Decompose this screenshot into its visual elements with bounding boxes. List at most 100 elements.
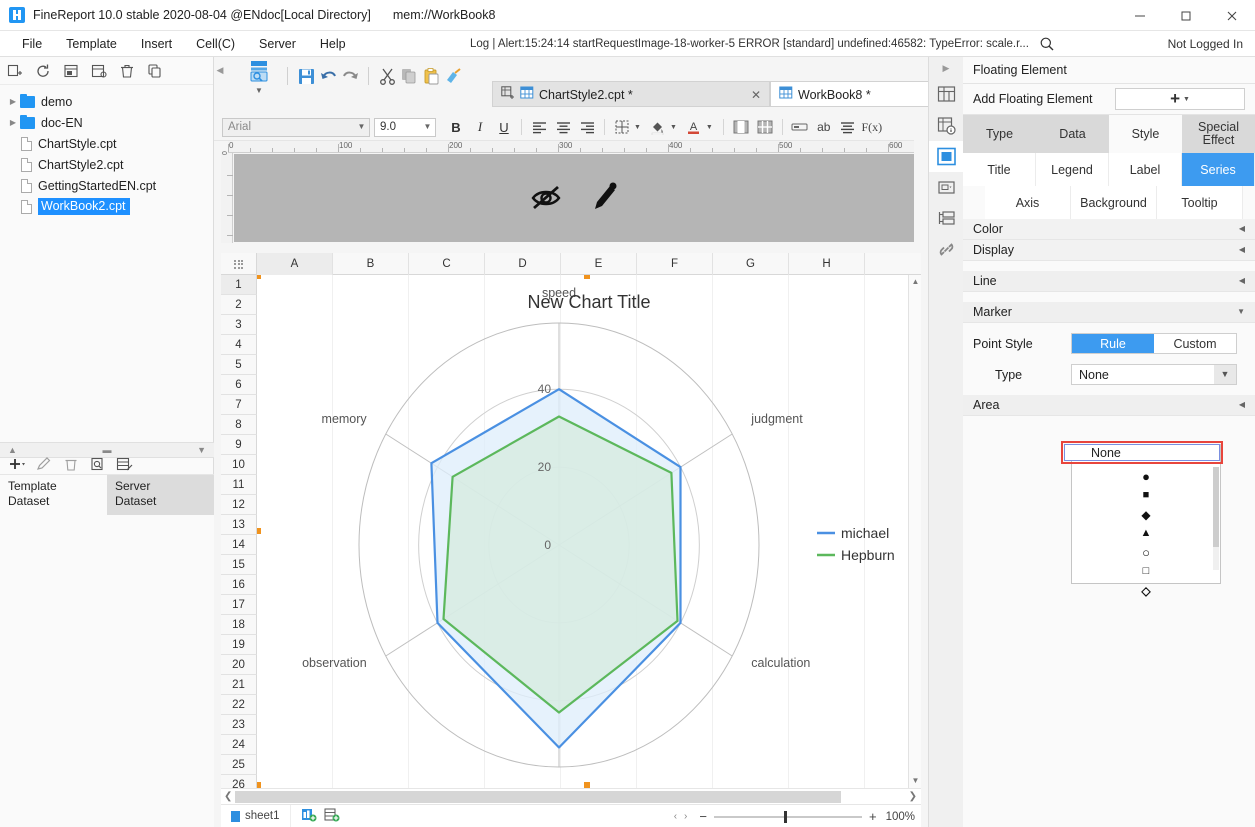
menu-template[interactable]: Template [54, 31, 129, 57]
point-style-option-custom[interactable]: Custom [1154, 334, 1236, 353]
widget-settings-icon[interactable] [929, 172, 964, 203]
edit-pencil-icon[interactable] [591, 181, 619, 216]
paste-icon[interactable] [420, 65, 442, 87]
tab-label[interactable]: Label [1109, 153, 1182, 186]
chevron-down-icon[interactable]: ▼ [634, 124, 641, 131]
dropdown-scrollbar-thumb[interactable] [1213, 467, 1219, 547]
copy-icon[interactable] [146, 62, 164, 80]
radar-chart[interactable]: 02040speedjudgmentcalculationprecisionob… [257, 275, 921, 788]
tree-item-chartstyle[interactable]: ChartStyle.cpt [0, 133, 213, 154]
selection-handle[interactable] [257, 528, 261, 534]
tree-item-workbook2[interactable]: WorkBook2.cpt [0, 196, 213, 217]
save-icon[interactable] [295, 65, 317, 87]
row-header[interactable]: 14 [221, 535, 257, 555]
column-header-b[interactable]: B [333, 253, 409, 275]
sheet-vertical-scrollbar[interactable]: ▲ ▼ [908, 275, 921, 788]
selection-handle[interactable] [584, 275, 590, 279]
report-icon[interactable] [62, 62, 80, 80]
sheet-tab-sheet1[interactable]: sheet1 [221, 805, 291, 827]
underline-button[interactable]: U [492, 116, 516, 138]
column-header-c[interactable]: C [409, 253, 485, 275]
cell-element-icon[interactable] [929, 79, 964, 110]
row-header[interactable]: 20 [221, 655, 257, 675]
tab-title[interactable]: Title [963, 153, 1036, 186]
format-painter-icon[interactable] [442, 65, 464, 87]
tab-type[interactable]: Type [963, 115, 1036, 153]
floating-element-icon[interactable] [929, 141, 964, 172]
tree-item-gettingstarted[interactable]: GettingStartedEN.cpt [0, 175, 213, 196]
cut-icon[interactable] [376, 65, 398, 87]
expand-arrow-icon[interactable]: ▶ [6, 119, 20, 127]
chevron-down-icon[interactable]: ▼ [1183, 96, 1190, 103]
menu-server[interactable]: Server [247, 31, 308, 57]
row-header[interactable]: 9 [221, 435, 257, 455]
tab-series[interactable]: Series [1182, 153, 1255, 186]
dropdown-item-none[interactable]: None [1064, 444, 1220, 461]
add-report-sheet-icon[interactable] [324, 808, 340, 825]
tab-special-effect[interactable]: SpecialEffect [1182, 115, 1255, 153]
row-header[interactable]: 17 [221, 595, 257, 615]
tab-data[interactable]: Data [1036, 115, 1109, 153]
accordion-area[interactable]: Area ◀ [963, 395, 1255, 416]
add-floating-element-button[interactable]: + ▼ [1115, 88, 1245, 110]
maximize-button[interactable] [1163, 0, 1209, 31]
minimize-button[interactable] [1117, 0, 1163, 31]
row-header[interactable]: 3 [221, 315, 257, 335]
chevron-left-icon[interactable]: ◀ [1239, 246, 1245, 254]
align-center-icon[interactable] [551, 116, 575, 138]
tree-item-chartstyle2[interactable]: ChartStyle2.cpt [0, 154, 213, 175]
hide-icon[interactable] [529, 182, 563, 215]
column-header-f[interactable]: F [637, 253, 713, 275]
row-header[interactable]: 22 [221, 695, 257, 715]
scroll-left-icon[interactable]: ❮ [224, 792, 232, 802]
menu-help[interactable]: Help [308, 31, 358, 57]
scroll-right-icon[interactable]: ❯ [909, 792, 917, 802]
column-header-g[interactable]: G [713, 253, 789, 275]
formula-button[interactable]: F(x) [860, 116, 884, 138]
dropdown-item-diamond-filled[interactable]: ◆ [1072, 505, 1220, 524]
column-header-e[interactable]: E [561, 253, 637, 275]
tree-item-demo[interactable]: ▶ demo [0, 91, 213, 112]
paragraph-icon[interactable] [836, 116, 860, 138]
row-header[interactable]: 6 [221, 375, 257, 395]
row-header[interactable]: 13 [221, 515, 257, 535]
tab-style[interactable]: Style [1109, 115, 1182, 153]
accordion-color[interactable]: Color ◀ [963, 219, 1255, 240]
conditional-attribute-icon[interactable] [929, 203, 964, 234]
tab-server-dataset[interactable]: Server Dataset [107, 475, 214, 515]
accordion-marker[interactable]: Marker ▼ [963, 302, 1255, 323]
row-header[interactable]: 1 [221, 275, 257, 295]
menu-file[interactable]: File [10, 31, 54, 57]
tab-template-dataset[interactable]: Template Dataset [0, 475, 107, 515]
column-header-d[interactable]: D [485, 253, 561, 275]
preview-mode-button[interactable]: ▼ [238, 56, 280, 98]
add-sheet-icon[interactable] [501, 86, 515, 103]
hscroll-track[interactable] [235, 791, 891, 803]
row-header[interactable]: 12 [221, 495, 257, 515]
edit-dataset-icon[interactable] [116, 455, 134, 473]
row-header[interactable]: 11 [221, 475, 257, 495]
zoom-out-button[interactable]: − [699, 809, 707, 824]
tab-axis[interactable]: Axis [985, 186, 1071, 219]
align-left-icon[interactable] [527, 116, 551, 138]
close-tab-icon[interactable]: ✕ [717, 89, 761, 101]
dropdown-item-diamond-outline[interactable]: ◇ [1072, 581, 1220, 600]
row-header[interactable]: 21 [221, 675, 257, 695]
scroll-down-icon[interactable]: ▼ [909, 774, 922, 788]
row-header[interactable]: 23 [221, 715, 257, 735]
login-status[interactable]: Not Logged In [1168, 31, 1243, 57]
expand-arrow-icon[interactable]: ▶ [6, 98, 20, 106]
close-button[interactable] [1209, 0, 1255, 31]
dropdown-item-circle-filled[interactable]: ● [1072, 467, 1220, 486]
border-icon[interactable] [610, 116, 634, 138]
add-sheet-icon[interactable] [301, 808, 317, 825]
chevron-down-icon[interactable]: ▼ [354, 123, 369, 131]
menu-cell[interactable]: Cell(C) [184, 31, 247, 57]
bold-button[interactable]: B [444, 116, 468, 138]
row-header[interactable]: 15 [221, 555, 257, 575]
chevron-down-icon[interactable]: ▼ [420, 123, 435, 131]
select-all-corner[interactable] [221, 253, 257, 275]
menu-insert[interactable]: Insert [129, 31, 184, 57]
tab-legend[interactable]: Legend [1036, 153, 1109, 186]
row-header[interactable]: 7 [221, 395, 257, 415]
